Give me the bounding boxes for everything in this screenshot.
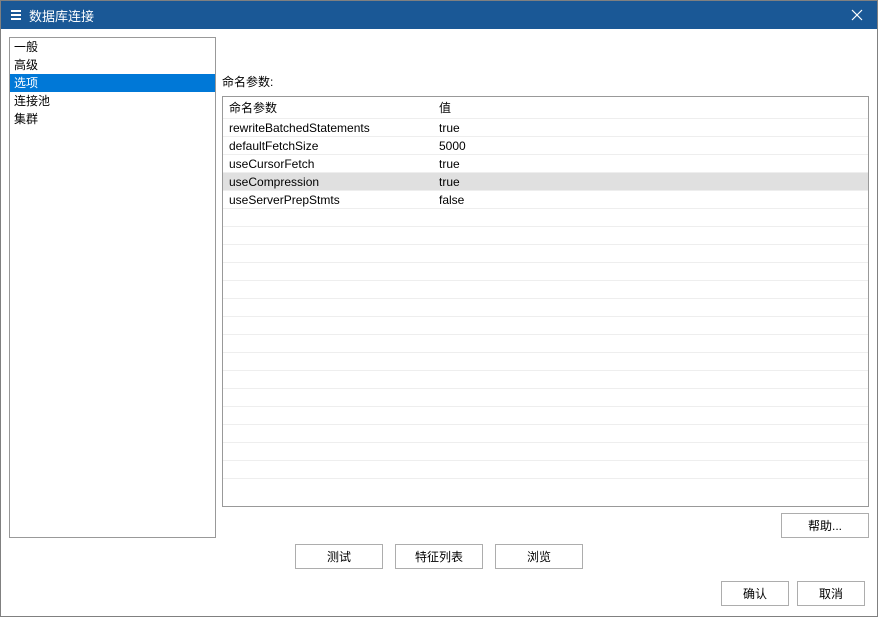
param-name-cell[interactable]: [223, 425, 433, 443]
table-row[interactable]: [223, 227, 868, 245]
table-row[interactable]: useServerPrepStmtsfalse: [223, 191, 868, 209]
param-value-cell[interactable]: 5000: [433, 137, 868, 155]
help-button[interactable]: 帮助...: [781, 513, 869, 538]
close-icon: [851, 9, 863, 21]
param-value-cell[interactable]: [433, 245, 868, 263]
param-value-cell[interactable]: true: [433, 173, 868, 191]
param-name-cell[interactable]: useServerPrepStmts: [223, 191, 433, 209]
footer-row: 确认 取消: [1, 575, 877, 616]
param-name-cell[interactable]: [223, 353, 433, 371]
param-value-cell[interactable]: true: [433, 155, 868, 173]
param-name-cell[interactable]: [223, 227, 433, 245]
table-row[interactable]: rewriteBatchedStatementstrue: [223, 119, 868, 137]
sidebar-item[interactable]: 一般: [10, 38, 215, 56]
table-row[interactable]: useCompressiontrue: [223, 173, 868, 191]
sidebar-item[interactable]: 高级: [10, 56, 215, 74]
main-area: 一般高级选项连接池集群 命名参数: 命名参数 值 rewriteBatchedS…: [1, 29, 877, 616]
param-value-cell[interactable]: [433, 443, 868, 461]
param-value-cell[interactable]: [433, 317, 868, 335]
param-name-cell[interactable]: [223, 371, 433, 389]
column-header-value[interactable]: 值: [433, 97, 868, 119]
param-value-cell[interactable]: false: [433, 191, 868, 209]
window-title: 数据库连接: [29, 6, 837, 25]
param-value-cell[interactable]: [433, 299, 868, 317]
param-value-cell[interactable]: [433, 227, 868, 245]
table-row[interactable]: [223, 299, 868, 317]
table-row[interactable]: [223, 281, 868, 299]
section-label: 命名参数:: [222, 37, 869, 96]
param-value-cell[interactable]: true: [433, 119, 868, 137]
table-row[interactable]: [223, 371, 868, 389]
test-button[interactable]: 测试: [295, 544, 383, 569]
table-row[interactable]: [223, 425, 868, 443]
table-row[interactable]: [223, 335, 868, 353]
sidebar: 一般高级选项连接池集群: [9, 37, 216, 538]
sidebar-item[interactable]: 连接池: [10, 92, 215, 110]
table-row[interactable]: [223, 245, 868, 263]
param-name-cell[interactable]: [223, 443, 433, 461]
ok-button[interactable]: 确认: [721, 581, 789, 606]
table-row[interactable]: useCursorFetchtrue: [223, 155, 868, 173]
param-value-cell[interactable]: [433, 209, 868, 227]
help-row: 帮助...: [222, 507, 869, 538]
table-row[interactable]: [223, 263, 868, 281]
param-name-cell[interactable]: [223, 245, 433, 263]
param-value-cell[interactable]: [433, 371, 868, 389]
sidebar-item[interactable]: 集群: [10, 110, 215, 128]
table-row[interactable]: [223, 407, 868, 425]
param-name-cell[interactable]: [223, 335, 433, 353]
param-name-cell[interactable]: rewriteBatchedStatements: [223, 119, 433, 137]
param-value-cell[interactable]: [433, 335, 868, 353]
param-name-cell[interactable]: [223, 389, 433, 407]
param-name-cell[interactable]: [223, 407, 433, 425]
app-icon: [9, 8, 23, 22]
title-bar: 数据库连接: [1, 1, 877, 29]
param-value-cell[interactable]: [433, 389, 868, 407]
browse-button[interactable]: 浏览: [495, 544, 583, 569]
param-name-cell[interactable]: [223, 209, 433, 227]
table-row[interactable]: [223, 389, 868, 407]
param-name-cell[interactable]: [223, 461, 433, 479]
param-value-cell[interactable]: [433, 281, 868, 299]
param-value-cell[interactable]: [433, 353, 868, 371]
cancel-button[interactable]: 取消: [797, 581, 865, 606]
right-pane: 命名参数: 命名参数 值 rewriteBatchedStatementstru…: [222, 37, 869, 538]
table-row[interactable]: [223, 317, 868, 335]
table-row[interactable]: [223, 209, 868, 227]
param-name-cell[interactable]: defaultFetchSize: [223, 137, 433, 155]
column-header-name[interactable]: 命名参数: [223, 97, 433, 119]
param-value-cell[interactable]: [433, 425, 868, 443]
table-row[interactable]: [223, 353, 868, 371]
param-name-cell[interactable]: [223, 299, 433, 317]
param-name-cell[interactable]: useCursorFetch: [223, 155, 433, 173]
param-value-cell[interactable]: [433, 263, 868, 281]
params-table-container: 命名参数 值 rewriteBatchedStatementstruedefau…: [222, 96, 869, 507]
params-table[interactable]: 命名参数 值 rewriteBatchedStatementstruedefau…: [223, 97, 868, 479]
table-row[interactable]: defaultFetchSize5000: [223, 137, 868, 155]
content-row: 一般高级选项连接池集群 命名参数: 命名参数 值 rewriteBatchedS…: [1, 29, 877, 538]
close-button[interactable]: [837, 1, 877, 29]
action-row: 测试 特征列表 浏览: [1, 538, 877, 575]
table-row[interactable]: [223, 461, 868, 479]
feature-list-button[interactable]: 特征列表: [395, 544, 483, 569]
param-name-cell[interactable]: [223, 281, 433, 299]
param-name-cell[interactable]: [223, 263, 433, 281]
table-header: 命名参数 值: [223, 97, 868, 119]
param-name-cell[interactable]: [223, 317, 433, 335]
table-row[interactable]: [223, 443, 868, 461]
param-value-cell[interactable]: [433, 461, 868, 479]
sidebar-item[interactable]: 选项: [10, 74, 215, 92]
param-value-cell[interactable]: [433, 407, 868, 425]
param-name-cell[interactable]: useCompression: [223, 173, 433, 191]
